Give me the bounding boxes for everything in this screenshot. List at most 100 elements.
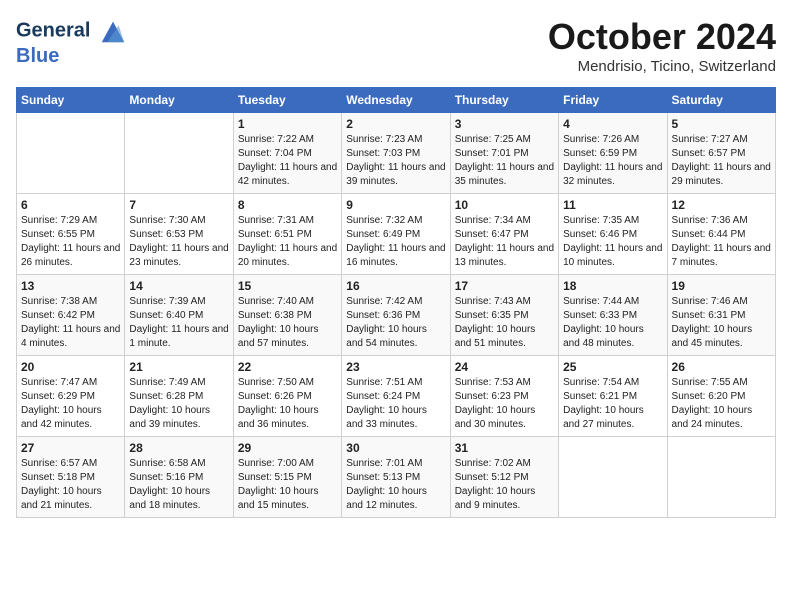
sunrise-text: Sunrise: 7:34 AM [455,215,531,226]
sunset-text: Sunset: 6:53 PM [129,229,203,240]
day-number: 22 [238,360,337,374]
daylight-text: Daylight: 10 hours and 39 minutes. [129,405,210,430]
daylight-text: Daylight: 10 hours and 24 minutes. [672,405,753,430]
cell-content: Sunrise: 7:36 AM Sunset: 6:44 PM Dayligh… [672,214,771,270]
calendar-cell: 14 Sunrise: 7:39 AM Sunset: 6:40 PM Dayl… [125,275,233,356]
sunset-text: Sunset: 6:57 PM [672,148,746,159]
day-number: 2 [346,117,445,131]
cell-content: Sunrise: 7:39 AM Sunset: 6:40 PM Dayligh… [129,295,228,351]
cell-content: Sunrise: 6:58 AM Sunset: 5:16 PM Dayligh… [129,457,228,513]
sunrise-text: Sunrise: 7:27 AM [672,134,748,145]
calendar-cell: 9 Sunrise: 7:32 AM Sunset: 6:49 PM Dayli… [342,194,450,275]
sunset-text: Sunset: 5:13 PM [346,472,420,483]
daylight-text: Daylight: 10 hours and 45 minutes. [672,324,753,349]
calendar-cell: 20 Sunrise: 7:47 AM Sunset: 6:29 PM Dayl… [17,356,125,437]
daylight-text: Daylight: 11 hours and 7 minutes. [672,243,771,268]
sunset-text: Sunset: 6:42 PM [21,310,95,321]
daylight-text: Daylight: 11 hours and 26 minutes. [21,243,120,268]
sunrise-text: Sunrise: 7:23 AM [346,134,422,145]
sunset-text: Sunset: 6:33 PM [563,310,637,321]
calendar-cell [559,437,667,518]
sunset-text: Sunset: 6:47 PM [455,229,529,240]
day-number: 14 [129,279,228,293]
daylight-text: Daylight: 11 hours and 39 minutes. [346,162,445,187]
daylight-text: Daylight: 10 hours and 9 minutes. [455,486,536,511]
sunset-text: Sunset: 6:23 PM [455,391,529,402]
daylight-text: Daylight: 11 hours and 42 minutes. [238,162,337,187]
sunset-text: Sunset: 6:28 PM [129,391,203,402]
day-number: 10 [455,198,554,212]
sunset-text: Sunset: 5:15 PM [238,472,312,483]
sunset-text: Sunset: 6:29 PM [21,391,95,402]
cell-content: Sunrise: 7:54 AM Sunset: 6:21 PM Dayligh… [563,376,662,432]
logo-line2: Blue [16,46,128,66]
sunrise-text: Sunrise: 7:25 AM [455,134,531,145]
daylight-text: Daylight: 10 hours and 12 minutes. [346,486,427,511]
calendar-cell [125,113,233,194]
cell-content: Sunrise: 7:34 AM Sunset: 6:47 PM Dayligh… [455,214,554,270]
calendar-cell: 16 Sunrise: 7:42 AM Sunset: 6:36 PM Dayl… [342,275,450,356]
sunset-text: Sunset: 7:01 PM [455,148,529,159]
sunrise-text: Sunrise: 7:01 AM [346,458,422,469]
sunrise-text: Sunrise: 7:54 AM [563,377,639,388]
cell-content: Sunrise: 7:30 AM Sunset: 6:53 PM Dayligh… [129,214,228,270]
calendar-week-5: 27 Sunrise: 6:57 AM Sunset: 5:18 PM Dayl… [17,437,776,518]
daylight-text: Daylight: 10 hours and 48 minutes. [563,324,644,349]
day-number: 18 [563,279,662,293]
sunset-text: Sunset: 6:46 PM [563,229,637,240]
logo: General Blue [16,16,128,66]
page-header: General Blue October 2024 Mendrisio, Tic… [16,16,776,75]
sunset-text: Sunset: 6:55 PM [21,229,95,240]
day-number: 15 [238,279,337,293]
day-number: 4 [563,117,662,131]
calendar-cell: 13 Sunrise: 7:38 AM Sunset: 6:42 PM Dayl… [17,275,125,356]
day-number: 12 [672,198,771,212]
day-number: 8 [238,198,337,212]
daylight-text: Daylight: 11 hours and 13 minutes. [455,243,554,268]
column-header-wednesday: Wednesday [342,88,450,113]
calendar-cell: 24 Sunrise: 7:53 AM Sunset: 6:23 PM Dayl… [450,356,558,437]
day-number: 26 [672,360,771,374]
calendar-cell: 1 Sunrise: 7:22 AM Sunset: 7:04 PM Dayli… [233,113,341,194]
sunrise-text: Sunrise: 7:26 AM [563,134,639,145]
cell-content: Sunrise: 7:53 AM Sunset: 6:23 PM Dayligh… [455,376,554,432]
cell-content: Sunrise: 7:00 AM Sunset: 5:15 PM Dayligh… [238,457,337,513]
day-number: 27 [21,441,120,455]
column-header-saturday: Saturday [667,88,775,113]
cell-content: Sunrise: 7:42 AM Sunset: 6:36 PM Dayligh… [346,295,445,351]
cell-content: Sunrise: 7:01 AM Sunset: 5:13 PM Dayligh… [346,457,445,513]
daylight-text: Daylight: 10 hours and 33 minutes. [346,405,427,430]
cell-content: Sunrise: 7:43 AM Sunset: 6:35 PM Dayligh… [455,295,554,351]
sunset-text: Sunset: 6:20 PM [672,391,746,402]
month-title: October 2024 [548,16,776,58]
daylight-text: Daylight: 11 hours and 35 minutes. [455,162,554,187]
sunrise-text: Sunrise: 6:58 AM [129,458,205,469]
sunset-text: Sunset: 6:26 PM [238,391,312,402]
calendar-cell: 23 Sunrise: 7:51 AM Sunset: 6:24 PM Dayl… [342,356,450,437]
daylight-text: Daylight: 10 hours and 18 minutes. [129,486,210,511]
day-number: 25 [563,360,662,374]
sunset-text: Sunset: 6:24 PM [346,391,420,402]
cell-content: Sunrise: 7:35 AM Sunset: 6:46 PM Dayligh… [563,214,662,270]
day-number: 17 [455,279,554,293]
cell-content: Sunrise: 7:25 AM Sunset: 7:01 PM Dayligh… [455,133,554,189]
calendar-cell: 6 Sunrise: 7:29 AM Sunset: 6:55 PM Dayli… [17,194,125,275]
daylight-text: Daylight: 10 hours and 15 minutes. [238,486,319,511]
calendar-cell: 19 Sunrise: 7:46 AM Sunset: 6:31 PM Dayl… [667,275,775,356]
daylight-text: Daylight: 10 hours and 30 minutes. [455,405,536,430]
sunrise-text: Sunrise: 7:47 AM [21,377,97,388]
calendar-cell: 30 Sunrise: 7:01 AM Sunset: 5:13 PM Dayl… [342,437,450,518]
sunrise-text: Sunrise: 7:31 AM [238,215,314,226]
calendar-header-row: SundayMondayTuesdayWednesdayThursdayFrid… [17,88,776,113]
calendar-cell: 22 Sunrise: 7:50 AM Sunset: 6:26 PM Dayl… [233,356,341,437]
column-header-tuesday: Tuesday [233,88,341,113]
calendar-cell: 21 Sunrise: 7:49 AM Sunset: 6:28 PM Dayl… [125,356,233,437]
sunrise-text: Sunrise: 7:55 AM [672,377,748,388]
daylight-text: Daylight: 11 hours and 29 minutes. [672,162,771,187]
daylight-text: Daylight: 11 hours and 23 minutes. [129,243,228,268]
daylight-text: Daylight: 10 hours and 21 minutes. [21,486,102,511]
day-number: 13 [21,279,120,293]
column-header-thursday: Thursday [450,88,558,113]
sunset-text: Sunset: 6:36 PM [346,310,420,321]
calendar-week-2: 6 Sunrise: 7:29 AM Sunset: 6:55 PM Dayli… [17,194,776,275]
